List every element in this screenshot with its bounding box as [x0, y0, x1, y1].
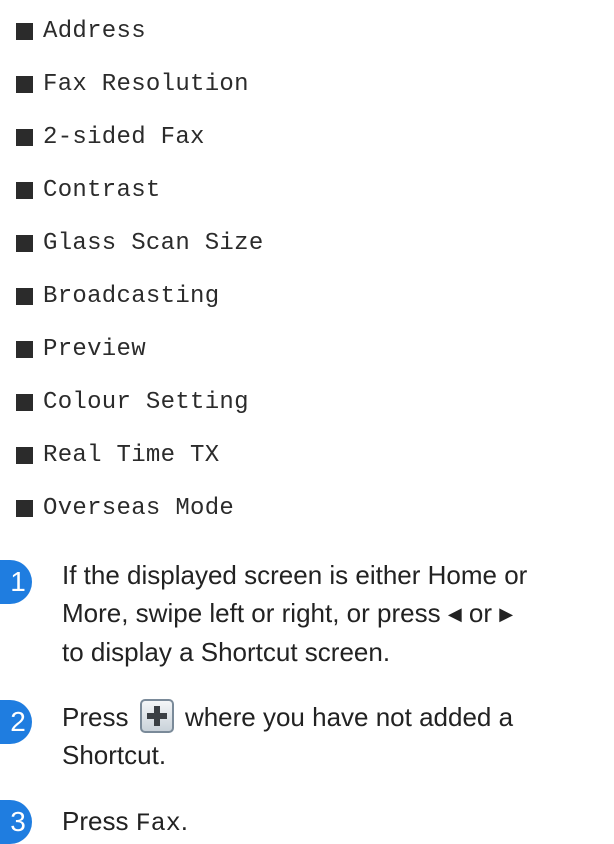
- bullet-square-icon: [16, 182, 33, 199]
- right-triangle-icon: ▶: [499, 604, 514, 624]
- list-item: Address: [16, 5, 264, 58]
- option-label: Contrast: [43, 177, 161, 204]
- step-line: Press where you have not added a: [62, 698, 614, 736]
- bullet-square-icon: [16, 341, 33, 358]
- list-item: Contrast: [16, 164, 264, 217]
- step-number-badge: 3: [0, 800, 32, 844]
- bullet-square-icon: [16, 288, 33, 305]
- period-text: .: [180, 806, 188, 836]
- list-item: Glass Scan Size: [16, 217, 264, 270]
- option-label: Glass Scan Size: [43, 230, 264, 257]
- fax-options-list: Address Fax Resolution 2-sided Fax Contr…: [16, 5, 264, 535]
- bullet-square-icon: [16, 500, 33, 517]
- left-triangle-icon: ◀: [447, 604, 462, 624]
- option-label: Preview: [43, 336, 146, 363]
- bullet-square-icon: [16, 235, 33, 252]
- bullet-square-icon: [16, 447, 33, 464]
- step-number-badge: 2: [0, 700, 32, 744]
- fax-code-text: Fax: [135, 809, 181, 838]
- step-line: Shortcut.: [62, 740, 167, 770]
- step-text: If the displayed screen is either Home o…: [62, 556, 614, 671]
- list-item: 2-sided Fax: [16, 111, 264, 164]
- option-label: Colour Setting: [43, 389, 249, 416]
- bullet-square-icon: [16, 76, 33, 93]
- step-text: Press where you have not added a Shortcu…: [62, 698, 614, 774]
- step-number-badge: 1: [0, 560, 32, 604]
- list-item: Preview: [16, 323, 264, 376]
- list-item: Fax Resolution: [16, 58, 264, 111]
- step-text: Press Fax.: [62, 802, 614, 843]
- step-line: to display a Shortcut screen.: [62, 637, 391, 667]
- step-line-text: where you have not added a: [184, 702, 514, 732]
- step-line-text: Press: [62, 702, 129, 732]
- bullet-square-icon: [16, 394, 33, 411]
- step-line: More, swipe left or right, or press ◀ or…: [62, 594, 614, 633]
- or-text: or: [468, 598, 493, 628]
- step-line-text: More, swipe left or right, or press: [62, 598, 441, 628]
- option-label: Fax Resolution: [43, 71, 249, 98]
- option-label: Address: [43, 18, 146, 45]
- step-line-text: Press: [62, 806, 129, 836]
- list-item: Real Time TX: [16, 429, 264, 482]
- option-label: 2-sided Fax: [43, 124, 205, 151]
- list-item: Broadcasting: [16, 270, 264, 323]
- option-label: Overseas Mode: [43, 495, 235, 522]
- add-shortcut-plus-icon: [139, 699, 174, 733]
- list-item: Overseas Mode: [16, 482, 264, 535]
- bullet-square-icon: [16, 129, 33, 146]
- step-line: If the displayed screen is either Home o…: [62, 560, 528, 590]
- option-label: Real Time TX: [43, 442, 220, 469]
- bullet-square-icon: [16, 23, 33, 40]
- list-item: Colour Setting: [16, 376, 264, 429]
- option-label: Broadcasting: [43, 283, 220, 310]
